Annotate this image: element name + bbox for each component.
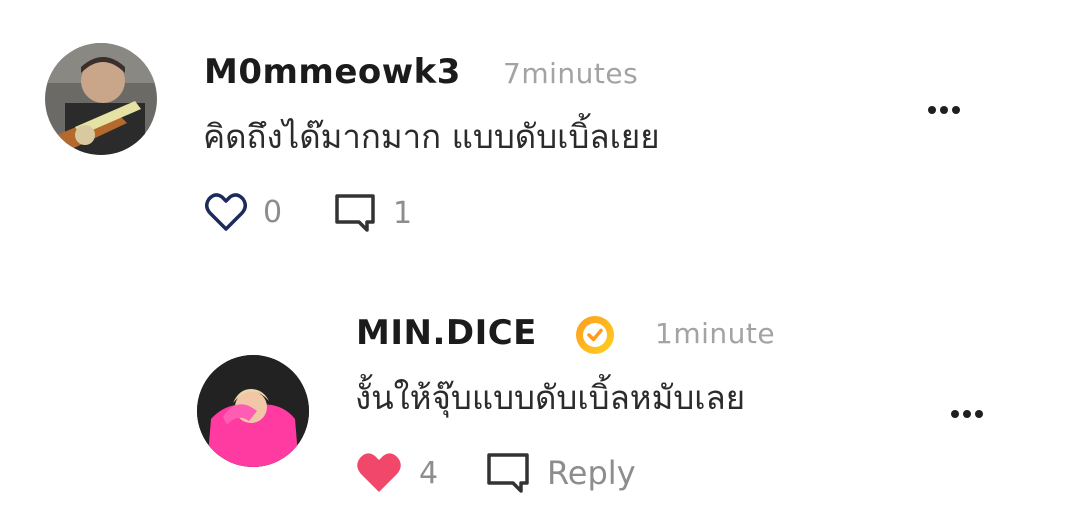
more-options-icon-dot [928,106,936,114]
like-button[interactable]: 0 [205,192,282,232]
verified-badge-icon [576,316,614,354]
avatar[interactable] [45,43,157,155]
reply-label: Reply [547,454,636,492]
more-options-button[interactable] [951,410,983,418]
comment-username[interactable]: M0mmeowk3 [204,52,461,92]
comment-timestamp: 7minutes [503,57,639,90]
comment-icon [487,453,529,493]
more-options-icon-dot [963,410,971,418]
more-options-icon-dot [951,410,959,418]
reply-count: 1 [393,195,413,231]
heart-icon [205,193,247,231]
reply-button[interactable]: Reply [485,451,636,495]
heart-icon [357,453,401,492]
comment-text: งั้นให้จุ๊บแบบดับเบิ้ลหมับเลย [355,378,746,417]
like-button[interactable]: 4 [355,451,438,495]
like-count: 0 [263,194,283,230]
comment-timestamp: 1minute [655,317,776,350]
more-options-icon-dot [940,106,948,114]
replies-button[interactable]: 1 [333,192,412,234]
avatar[interactable] [197,355,309,467]
more-options-icon-dot [975,410,983,418]
more-options-button[interactable] [928,106,960,114]
comment-icon [335,194,375,232]
comment-text: คิดถึงได๊มากมาก แบบดับเบิ้ลเยย [203,117,660,156]
like-count: 4 [419,455,439,491]
more-options-icon-dot [952,106,960,114]
comment-username[interactable]: MIN.DICE [356,313,537,353]
